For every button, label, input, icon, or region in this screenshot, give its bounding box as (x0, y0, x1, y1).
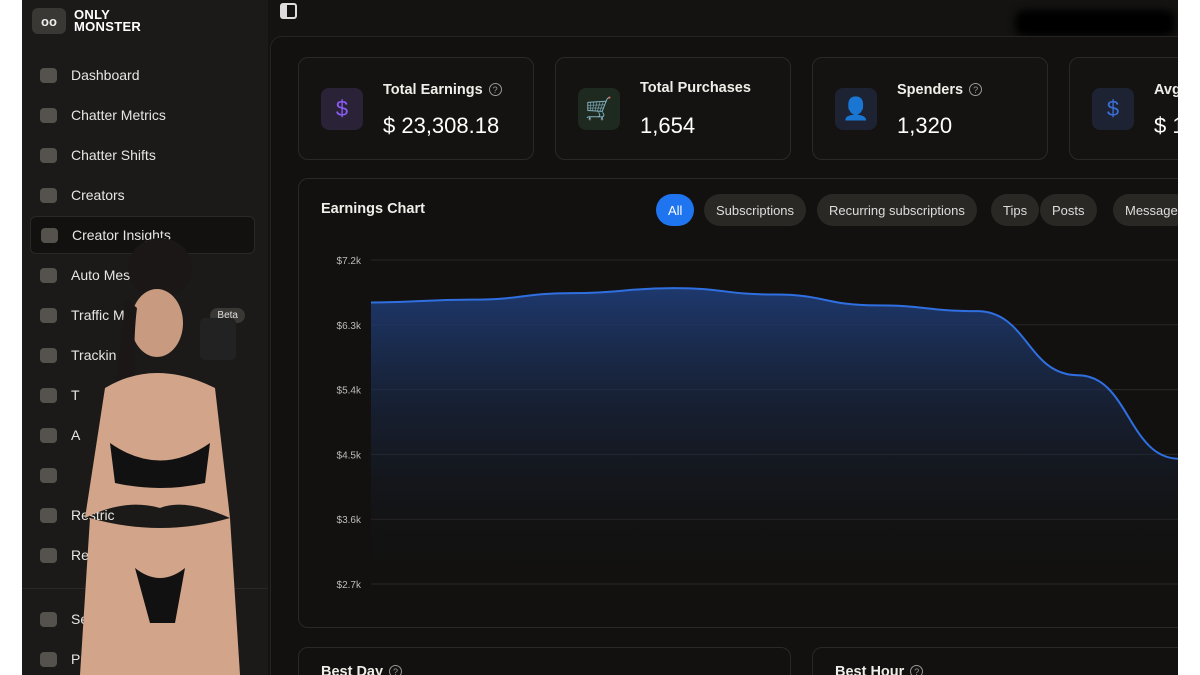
home-icon (40, 67, 57, 83)
best-hour-title: Best Hour (835, 664, 905, 675)
main-content: $ Total Earnings? $ 23,308.18 🛒 Total Pur… (270, 36, 1178, 675)
link-icon (40, 307, 57, 323)
y-tick-label: $2.7k (337, 580, 362, 591)
help-icon[interactable]: ? (910, 665, 924, 675)
stat-label: Spenders (897, 82, 964, 98)
hourglass-icon (40, 387, 57, 403)
stat-card: $ Total Earnings? $ 23,308.18 (298, 57, 534, 160)
calendar-icon (40, 147, 57, 163)
sidebar-item-0[interactable]: Dashboard (30, 56, 255, 94)
stat-value: $ 1 (1154, 113, 1178, 138)
earnings-chart-card: $7.2k $6.3k $5.4k $4.5k $3.6k $2.7k Earnings … (298, 178, 1178, 628)
filter-chip-message[interactable]: Message (1113, 194, 1178, 226)
best-day-title: Best Day (321, 664, 384, 675)
bolt-icon (40, 267, 57, 283)
stat-card: $ Avg $ 1 (1069, 57, 1178, 160)
stat-card: 👤 Spenders? 1,320 (812, 57, 1048, 160)
bar-chart-icon (41, 227, 58, 243)
area-fill (371, 288, 1178, 584)
sidebar-item-label: Dashboard (71, 67, 140, 83)
stat-label: Total Purchases (640, 80, 751, 96)
image-icon (40, 467, 57, 483)
nodes-icon (40, 427, 57, 443)
filter-chip-all[interactable]: All (656, 194, 695, 226)
stat-icon: 👤 (835, 88, 877, 130)
sidebar-toggle-icon[interactable] (280, 3, 297, 19)
gear-icon (40, 611, 57, 627)
y-tick-label: $5.4k (337, 386, 362, 397)
sidebar-item-label: Chatter Metrics (71, 107, 166, 123)
stat-icon: $ (1092, 88, 1134, 130)
logo[interactable]: oo ONLY MONSTER (32, 8, 141, 34)
tag-icon (40, 651, 57, 667)
help-icon[interactable]: ? (389, 665, 403, 675)
sidebar-item-1[interactable]: Chatter Metrics (30, 96, 255, 134)
filter-chip-subscriptions[interactable]: Subscriptions (704, 194, 807, 226)
sidebar-item-3[interactable]: Creators (30, 176, 255, 214)
stat-icon: $ (321, 88, 363, 130)
y-tick-label: $7.2k (337, 256, 362, 267)
account-info-redacted (1015, 10, 1175, 36)
y-tick-label: $3.6k (337, 515, 362, 526)
stat-value: $ 23,308.18 (383, 113, 500, 138)
filter-chip-posts[interactable]: Posts (1040, 194, 1097, 226)
y-tick-label: $6.3k (337, 321, 362, 332)
filter-chip-tips[interactable]: Tips (991, 194, 1040, 226)
link-icon (40, 347, 57, 363)
megaphone-icon (40, 547, 57, 563)
stat-label: Total Earnings (383, 82, 483, 98)
filter-chip-recurring-subscriptions[interactable]: Recurring subscriptions (817, 194, 977, 226)
best-day-card: Best Day? (298, 647, 791, 675)
stat-card: 🛒 Total Purchases 1,654 (555, 57, 791, 160)
best-hour-card: Best Hour? (812, 647, 1178, 675)
stat-label: Avg (1154, 82, 1178, 98)
stat-value: 1,320 (897, 113, 953, 138)
stat-icon: 🛒 (578, 88, 620, 130)
overlay-photo (80, 238, 240, 675)
help-icon[interactable]: ? (969, 83, 983, 96)
sidebar-item-label: Chatter Shifts (71, 147, 156, 163)
help-icon[interactable]: ? (488, 83, 502, 96)
lock-icon (40, 507, 57, 523)
user-star-icon (40, 187, 57, 203)
chart-icon (40, 107, 57, 123)
chart-title: Earnings Chart (321, 201, 425, 217)
stat-value: 1,654 (640, 113, 696, 138)
y-tick-label: $4.5k (337, 450, 362, 461)
logo-mark-icon: oo (32, 8, 66, 34)
sidebar-item-2[interactable]: Chatter Shifts (30, 136, 255, 174)
logo-text-2: MONSTER (74, 19, 142, 34)
sidebar-item-label: Creators (71, 187, 125, 203)
earnings-chart: $7.2k $6.3k $5.4k $4.5k $3.6k $2.7k (337, 256, 1178, 591)
